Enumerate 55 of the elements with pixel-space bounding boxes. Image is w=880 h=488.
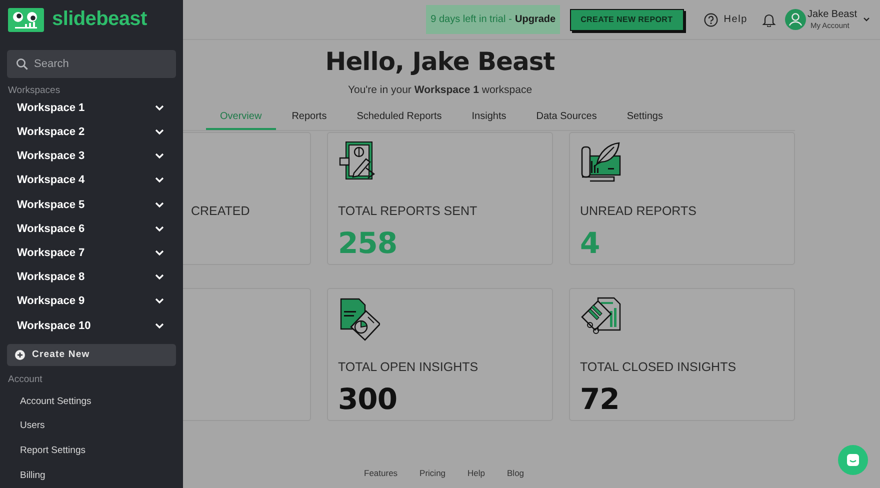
workspace-item[interactable]: Workspace 10 [0, 314, 183, 338]
stat-value: 258 [338, 226, 398, 260]
plus-circle-icon [15, 350, 25, 360]
workspace-item[interactable]: Workspace 1 [0, 96, 183, 120]
trial-text: 9 days left in trial [430, 14, 506, 25]
search-icon [16, 58, 28, 70]
stat-value: 72 [580, 382, 620, 416]
stat-label: TOTAL OPEN INSIGHTS [338, 360, 480, 374]
tab[interactable]: Data Sources [522, 105, 611, 130]
workspace-item[interactable]: Workspace 3 [0, 144, 183, 168]
search-input[interactable]: Search [34, 56, 164, 72]
avatar-icon [784, 9, 806, 30]
stat-value: 4 [580, 226, 601, 260]
monster-logo-icon [8, 8, 44, 32]
workspace-item[interactable]: Workspace 9 [0, 289, 183, 314]
stat-label: UNREAD REPORTS [580, 204, 698, 218]
footer-link[interactable]: Help [456, 468, 496, 478]
bell-icon[interactable] [762, 12, 776, 27]
chevron-icon[interactable] [863, 17, 870, 22]
stat-label: CREATED [191, 204, 251, 218]
stat-value: 300 [338, 382, 398, 416]
stat-label: TOTAL CLOSED INSIGHTS [580, 360, 738, 374]
tab[interactable]: Insights [458, 105, 520, 130]
upgrade-link[interactable]: Upgrade [515, 14, 556, 25]
footer-link[interactable]: Features [353, 468, 409, 478]
section-label: Workspaces [7, 84, 62, 96]
workspace-item[interactable]: Workspace 5 [0, 192, 183, 217]
workspace-subtitle: You're in your Workspace 1 workspace [346, 84, 534, 96]
section-label: Account [7, 374, 44, 385]
tab[interactable]: Reports [278, 105, 341, 130]
account-menu-item[interactable]: Report Settings [0, 438, 183, 464]
brand-name: slidebeast [52, 8, 147, 32]
account-menu-item[interactable]: Users [0, 413, 183, 438]
footer-link[interactable]: Blog [496, 468, 536, 478]
greeting-title: Hello, Jake Beast [324, 46, 556, 78]
workspace-item[interactable]: Workspace 4 [0, 168, 183, 192]
account-menu-item[interactable]: Account Settings [0, 388, 183, 414]
search-field[interactable]: Search [7, 50, 176, 78]
chat-icon [846, 453, 860, 467]
help-icon [704, 12, 718, 26]
footer-link[interactable]: Pricing [408, 468, 457, 478]
account-menu-item[interactable]: Billing [0, 463, 183, 488]
tab[interactable]: Settings [612, 105, 677, 130]
workspace-item[interactable]: Workspace 8 [0, 265, 183, 290]
create-new-button[interactable]: Create New [7, 344, 176, 366]
tab[interactable]: Scheduled Reports [342, 105, 456, 130]
create-report-button[interactable]: CREATE NEW REPORT [570, 8, 684, 30]
workspace-item[interactable]: Workspace 2 [0, 120, 183, 144]
help-link[interactable]: Help [704, 12, 748, 26]
chart-documents-icon [338, 297, 380, 341]
workspace-item[interactable]: Workspace 7 [0, 240, 183, 266]
workspace-item[interactable]: Workspace 6 [0, 216, 183, 241]
separator-text: - [508, 14, 512, 25]
user-name: Jake Beast [808, 9, 857, 21]
stat-label: TOTAL REPORTS SENT [338, 204, 478, 218]
